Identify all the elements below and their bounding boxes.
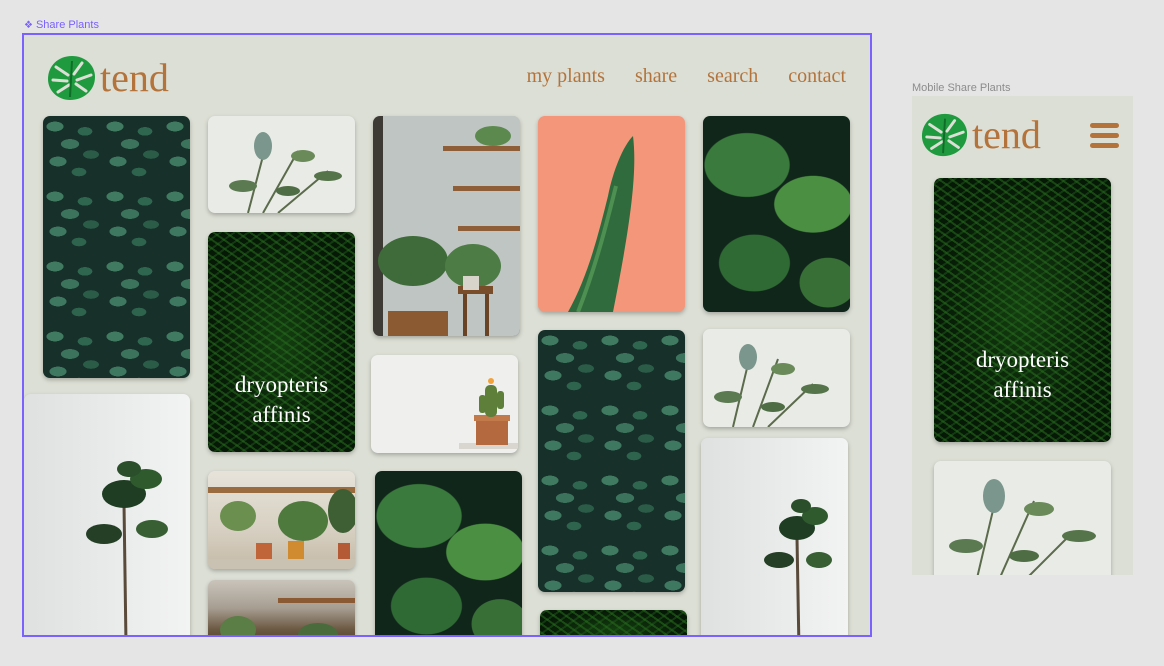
rubber-plant-photo — [229, 132, 342, 213]
plant-caption: dryopteris affinis — [234, 372, 329, 427]
monstera-leaf-icon — [921, 113, 968, 157]
rubber-plant-photo — [949, 479, 1096, 575]
plant-card[interactable] — [701, 438, 848, 635]
plant-card[interactable] — [208, 471, 355, 569]
main-nav: my plants share search contact — [527, 65, 846, 88]
plant-shop-interior-photo — [373, 116, 520, 336]
nav-search[interactable]: search — [707, 65, 758, 88]
hamburger-menu-icon[interactable] — [1090, 123, 1119, 153]
shelf-plants-photo — [208, 487, 355, 569]
nav-my-plants[interactable]: my plants — [527, 65, 605, 88]
brand-logo[interactable]: tend — [46, 53, 169, 103]
brand-name: tend — [972, 112, 1041, 157]
plant-card[interactable] — [24, 394, 190, 635]
fiddle-leaf-fig-photo — [764, 499, 832, 635]
plant-card[interactable] — [703, 116, 850, 312]
plant-card[interactable] — [373, 116, 520, 336]
fiddle-leaf-fig-photo — [86, 461, 168, 635]
desktop-frame[interactable]: tend my plants share search contact dryo… — [22, 33, 872, 637]
component-icon: ❖ — [24, 20, 33, 31]
brand-name: tend — [100, 55, 169, 100]
potted-cactus-photo — [459, 378, 518, 449]
plant-card[interactable] — [538, 330, 685, 592]
brand-logo[interactable]: tend — [920, 111, 1041, 159]
plant-shop-photo — [220, 598, 355, 635]
nav-contact[interactable]: contact — [788, 65, 846, 88]
plant-card[interactable] — [371, 355, 518, 453]
plant-caption: dryopteris affinis — [975, 347, 1070, 402]
plant-card[interactable] — [208, 116, 355, 213]
plant-card[interactable] — [703, 329, 850, 427]
plant-card[interactable] — [934, 461, 1111, 575]
plant-card[interactable] — [43, 116, 190, 378]
nav-share[interactable]: share — [635, 65, 677, 88]
plant-card[interactable] — [538, 116, 685, 312]
mobile-frame-label[interactable]: Mobile Share Plants — [912, 82, 1010, 94]
desktop-frame-label[interactable]: ❖ Share Plants — [24, 19, 99, 31]
mobile-frame[interactable]: tend dryopteris affinis — [912, 96, 1133, 575]
araucaria-branch-photo — [568, 136, 635, 312]
featured-plant-card[interactable]: dryopteris affinis — [934, 178, 1111, 442]
rubber-plant-photo — [714, 344, 829, 427]
featured-plant-card[interactable]: dryopteris affinis — [208, 232, 355, 452]
plant-card[interactable] — [375, 471, 522, 635]
plant-card[interactable] — [540, 610, 687, 635]
plant-card[interactable] — [208, 580, 355, 635]
monstera-leaf-icon — [48, 56, 95, 100]
